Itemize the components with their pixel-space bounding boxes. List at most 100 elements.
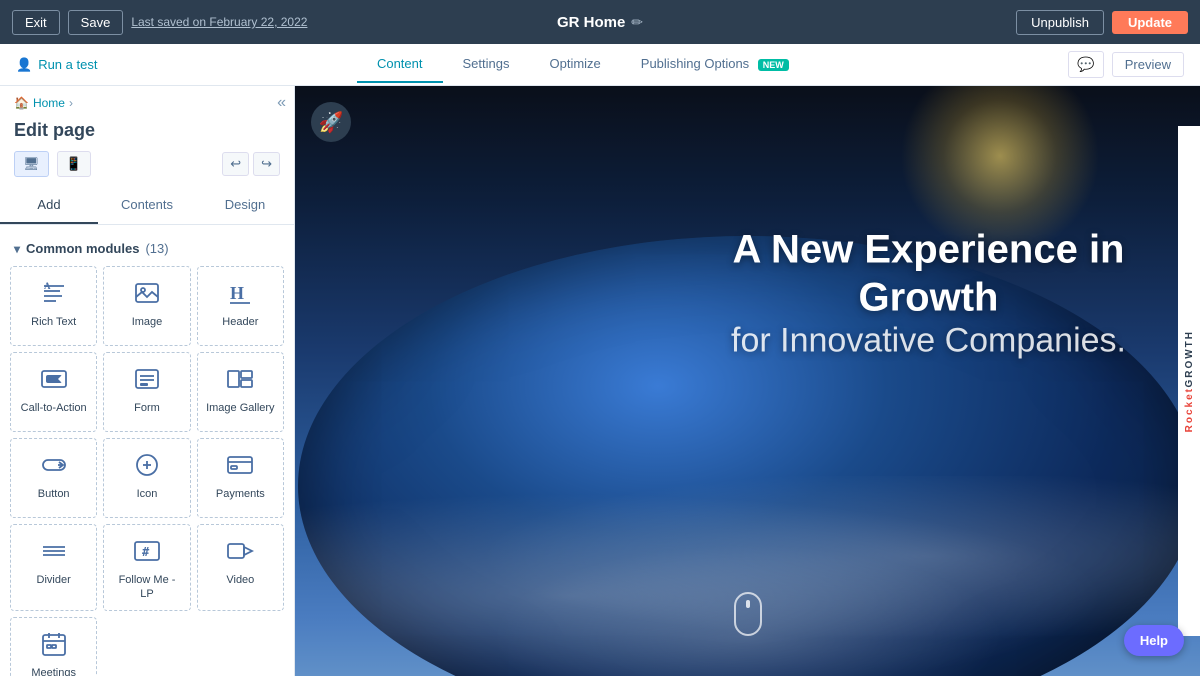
breadcrumb-home[interactable]: Home bbox=[33, 96, 65, 110]
brand-sidebar: GROWTH Rocket bbox=[1178, 126, 1200, 636]
module-follow-label: Follow Me - LP bbox=[112, 573, 181, 602]
modules-title: Common modules bbox=[26, 241, 139, 256]
new-badge: NEW bbox=[758, 59, 789, 71]
top-bar-center: GR Home ✏ bbox=[557, 14, 643, 31]
nav-tabs: Content Settings Optimize Publishing Opt… bbox=[357, 46, 809, 83]
cta-icon bbox=[40, 365, 68, 393]
main-layout: « 🏠 Home › Edit page 🖥 📱 ↩ ↪ Add Content… bbox=[0, 86, 1200, 676]
tab-contents[interactable]: Contents bbox=[98, 187, 196, 224]
tab-optimize[interactable]: Optimize bbox=[529, 46, 620, 83]
meetings-icon bbox=[40, 630, 68, 658]
page-title: GR Home bbox=[557, 14, 625, 31]
hero-subheading: for Innovative Companies. bbox=[702, 321, 1155, 360]
right-canvas: 🚀 GROWTH Rocket A New Experience in Grow… bbox=[295, 86, 1200, 676]
tab-content[interactable]: Content bbox=[357, 46, 443, 83]
module-form-label: Form bbox=[134, 401, 160, 415]
module-header[interactable]: H Header bbox=[197, 266, 284, 346]
top-bar-left: Exit Save Last saved on February 22, 202… bbox=[12, 10, 307, 35]
exit-button[interactable]: Exit bbox=[12, 10, 60, 35]
save-button[interactable]: Save bbox=[68, 10, 124, 35]
video-icon bbox=[226, 537, 254, 565]
payments-icon bbox=[226, 451, 254, 479]
desktop-view-button[interactable]: 🖥 bbox=[14, 151, 49, 177]
module-rich-text-label: Rich Text bbox=[31, 315, 76, 329]
hero-text-block: A New Experience in Growth for Innovativ… bbox=[702, 225, 1155, 360]
scroll-dot bbox=[746, 600, 750, 608]
form-icon bbox=[133, 365, 161, 393]
view-controls: 🖥 📱 ↩ ↪ bbox=[0, 151, 294, 187]
module-button[interactable]: Button bbox=[10, 438, 97, 518]
module-divider-label: Divider bbox=[37, 573, 71, 587]
module-follow-me[interactable]: # Follow Me - LP bbox=[103, 524, 190, 611]
rich-text-icon: A bbox=[40, 279, 68, 307]
modules-header[interactable]: ▾ Common modules (13) bbox=[10, 235, 284, 266]
last-saved-label: Last saved on February 22, 2022 bbox=[131, 15, 307, 29]
module-button-label: Button bbox=[38, 487, 70, 501]
tab-design[interactable]: Design bbox=[196, 187, 294, 224]
tab-add[interactable]: Add bbox=[0, 187, 98, 224]
icon-icon bbox=[133, 451, 161, 479]
undo-redo-controls: ↩ ↪ bbox=[222, 152, 280, 176]
modules-section: ▾ Common modules (13) A Rich Text bbox=[0, 225, 294, 676]
second-bar: 👤 Run a test Content Settings Optimize P… bbox=[0, 44, 1200, 86]
divider-icon bbox=[40, 537, 68, 565]
header-icon: H bbox=[226, 279, 254, 307]
earth-clouds bbox=[298, 476, 1198, 676]
module-image-label: Image bbox=[132, 315, 163, 329]
tab-settings[interactable]: Settings bbox=[443, 46, 530, 83]
mobile-view-button[interactable]: 📱 bbox=[57, 151, 91, 177]
svg-text:H: H bbox=[230, 283, 244, 303]
module-divider[interactable]: Divider bbox=[10, 524, 97, 611]
top-bar: Exit Save Last saved on February 22, 202… bbox=[0, 0, 1200, 44]
update-button[interactable]: Update bbox=[1112, 11, 1188, 34]
home-icon: 🏠 bbox=[14, 96, 29, 110]
module-payments[interactable]: Payments bbox=[197, 438, 284, 518]
image-icon bbox=[133, 279, 161, 307]
run-test-button[interactable]: 👤 Run a test bbox=[16, 57, 97, 73]
module-gallery[interactable]: Image Gallery bbox=[197, 352, 284, 432]
preview-button[interactable]: Preview bbox=[1112, 52, 1184, 77]
module-icon-label: Icon bbox=[137, 487, 158, 501]
brand-rocket-text: Rocket bbox=[1184, 387, 1195, 432]
run-test-label: Run a test bbox=[38, 57, 97, 72]
left-panel: « 🏠 Home › Edit page 🖥 📱 ↩ ↪ Add Content… bbox=[0, 86, 295, 676]
module-form[interactable]: Form bbox=[103, 352, 190, 432]
svg-text:A: A bbox=[44, 281, 51, 291]
rocket-icon: 🚀 bbox=[311, 102, 351, 142]
hero-heading: A New Experience in Growth bbox=[702, 225, 1155, 321]
module-cta-label: Call-to-Action bbox=[21, 401, 87, 415]
modules-count: (13) bbox=[145, 241, 168, 256]
module-meetings[interactable]: Meetings bbox=[10, 617, 97, 676]
undo-button[interactable]: ↩ bbox=[222, 152, 249, 176]
breadcrumb: 🏠 Home › bbox=[0, 86, 294, 116]
module-image[interactable]: Image bbox=[103, 266, 190, 346]
module-cta[interactable]: Call-to-Action bbox=[10, 352, 97, 432]
canvas-background: 🚀 GROWTH Rocket A New Experience in Grow… bbox=[295, 86, 1200, 676]
button-icon bbox=[40, 451, 68, 479]
svg-text:#: # bbox=[142, 545, 150, 559]
module-video[interactable]: Video bbox=[197, 524, 284, 611]
module-video-label: Video bbox=[226, 573, 254, 587]
panel-tabs: Add Contents Design bbox=[0, 187, 294, 225]
modules-grid: A Rich Text Image H Header bbox=[10, 266, 284, 676]
comment-button[interactable]: 💬 bbox=[1068, 51, 1103, 78]
module-rich-text[interactable]: A Rich Text bbox=[10, 266, 97, 346]
gallery-icon bbox=[226, 365, 254, 393]
scroll-indicator bbox=[734, 592, 762, 636]
help-button[interactable]: Help bbox=[1124, 625, 1184, 656]
edit-icon[interactable]: ✏ bbox=[631, 14, 643, 31]
second-bar-right: 💬 Preview bbox=[1068, 51, 1184, 78]
module-payments-label: Payments bbox=[216, 487, 265, 501]
chevron-down-icon: ▾ bbox=[14, 242, 20, 256]
follow-icon: # bbox=[133, 537, 161, 565]
redo-button[interactable]: ↪ bbox=[253, 152, 280, 176]
brand-growth-text: GROWTH bbox=[1184, 330, 1195, 388]
tab-publishing[interactable]: Publishing Options NEW bbox=[621, 46, 809, 83]
top-bar-right: Unpublish Update bbox=[1016, 10, 1188, 35]
panel-title: Edit page bbox=[0, 116, 294, 151]
module-icon[interactable]: Icon bbox=[103, 438, 190, 518]
module-header-label: Header bbox=[222, 315, 258, 329]
unpublish-button[interactable]: Unpublish bbox=[1016, 10, 1104, 35]
user-icon: 👤 bbox=[16, 57, 32, 73]
collapse-panel-button[interactable]: « bbox=[277, 94, 286, 112]
